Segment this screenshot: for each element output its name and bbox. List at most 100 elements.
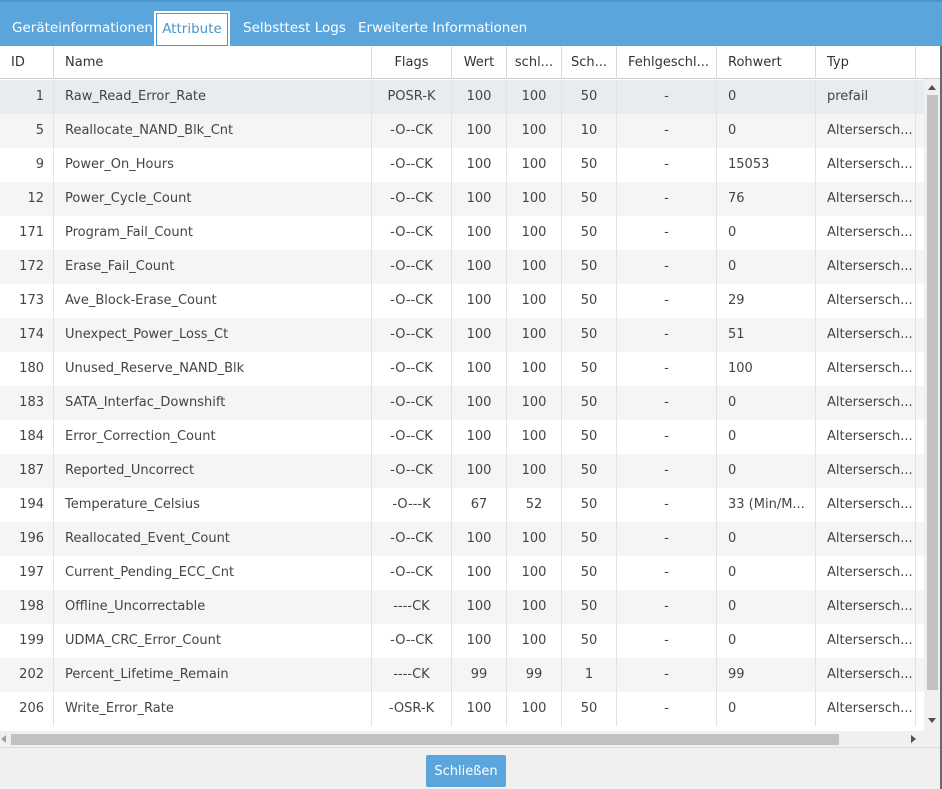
table-row[interactable]: 12 Power_Cycle_Count -O--CK 100 100 50-76 Alte… <box>0 182 924 216</box>
cell-schwellwert: 50 <box>562 454 617 488</box>
vertical-scroll-thumb[interactable] <box>927 95 938 690</box>
cell-fehlgeschlagen: - <box>617 454 717 488</box>
cell-rohwert: 51 <box>717 318 816 352</box>
cell-rohwert: 33 (Min/M... <box>717 488 816 522</box>
column-header-fehlgeschlagen[interactable]: Fehlgeschl... <box>617 46 717 79</box>
column-header-rohwert[interactable]: Rohwert <box>717 46 816 79</box>
cell-flags: -O--CK <box>372 386 452 420</box>
close-button[interactable]: Schließen <box>426 755 506 787</box>
cell-fehlgeschlagen: - <box>617 216 717 250</box>
cell-name: Raw_Read_Error_Rate <box>54 80 372 114</box>
tab-selbsttest-logs[interactable]: Selbsttest Logs <box>243 11 346 45</box>
cell-schlechtester: 100 <box>507 318 562 352</box>
cell-flags: -O--CK <box>372 250 452 284</box>
cell-fehlgeschlagen: - <box>617 114 717 148</box>
cell-schlechtester: 100 <box>507 386 562 420</box>
cell-fehlgeschlagen: - <box>617 624 717 658</box>
cell-rohwert: 0 <box>717 590 816 624</box>
cell-name: Ave_Block-Erase_Count <box>54 284 372 318</box>
horizontal-scroll-thumb[interactable] <box>11 734 839 745</box>
cell-flags: -O--CK <box>372 114 452 148</box>
table-row[interactable]: 196 Reallocated_Event_Count -O--CK 100 100 50… <box>0 522 924 556</box>
scroll-up-icon[interactable] <box>928 85 936 90</box>
column-header-id[interactable]: ID <box>0 46 54 79</box>
cell-wert: 100 <box>452 352 507 386</box>
cell-id: 173 <box>0 284 54 318</box>
cell-fehlgeschlagen: - <box>617 522 717 556</box>
cell-typ: Altersersch... <box>816 624 916 658</box>
cell-schwellwert: 50 <box>562 352 617 386</box>
table-row[interactable]: 198 Offline_Uncorrectable ----CK 100 100 50-0… <box>0 590 924 624</box>
cell-wert: 100 <box>452 624 507 658</box>
cell-wert: 67 <box>452 488 507 522</box>
table-row[interactable]: 1 Raw_Read_Error_Rate POSR-K 100 100 50-0 pref… <box>0 80 924 114</box>
cell-name: Percent_Lifetime_Remain <box>54 658 372 692</box>
cell-name: Power_Cycle_Count <box>54 182 372 216</box>
cell-name: UDMA_CRC_Error_Count <box>54 624 372 658</box>
cell-typ: Altersersch... <box>816 284 916 318</box>
column-header-name[interactable]: Name <box>54 46 372 79</box>
cell-flags: -OSR-K <box>372 692 452 726</box>
table-row[interactable]: 194 Temperature_Celsius -O---K 67 52 50-33 (M… <box>0 488 924 522</box>
cell-rohwert: 29 <box>717 284 816 318</box>
vertical-scrollbar[interactable] <box>924 79 940 731</box>
cell-fehlgeschlagen: - <box>617 148 717 182</box>
cell-name: Write_Error_Rate <box>54 692 372 726</box>
table-row[interactable]: 174 Unexpect_Power_Loss_Ct -O--CK 100 100 50-… <box>0 318 924 352</box>
column-header-schlechtester[interactable]: schl... <box>507 46 562 79</box>
cell-typ: Altersersch... <box>816 488 916 522</box>
tab-geraeteinformationen[interactable]: Geräteinformationen <box>12 11 153 45</box>
cell-id: 196 <box>0 522 54 556</box>
table-row[interactable]: 172 Erase_Fail_Count -O--CK 100 100 50-0 Alter… <box>0 250 924 284</box>
scroll-down-icon[interactable] <box>928 718 936 723</box>
scroll-right-icon[interactable] <box>911 735 916 743</box>
cell-typ: prefail <box>816 80 916 114</box>
cell-id: 174 <box>0 318 54 352</box>
table-row[interactable]: 206 Write_Error_Rate -OSR-K 100 100 50-0 Alter… <box>0 692 924 726</box>
cell-schlechtester: 100 <box>507 216 562 250</box>
cell-rohwert: 0 <box>717 80 816 114</box>
table-row[interactable]: 173 Ave_Block-Erase_Count -O--CK 100 100 50-2… <box>0 284 924 318</box>
cell-rohwert: 76 <box>717 182 816 216</box>
cell-name: Power_On_Hours <box>54 148 372 182</box>
table-row[interactable]: 199 UDMA_CRC_Error_Count -O--CK 100 100 50-0 A… <box>0 624 924 658</box>
table-row[interactable]: 183 SATA_Interfac_Downshift -O--CK 100 100 50… <box>0 386 924 420</box>
cell-schwellwert: 50 <box>562 148 617 182</box>
column-header-wert[interactable]: Wert <box>452 46 507 79</box>
cell-flags: -O--CK <box>372 216 452 250</box>
table-row[interactable]: 197 Current_Pending_ECC_Cnt -O--CK 100 100 50… <box>0 556 924 590</box>
table-row[interactable]: 180 Unused_Reserve_NAND_Blk -O--CK 100 100 50… <box>0 352 924 386</box>
horizontal-scrollbar[interactable] <box>0 731 924 747</box>
cell-fehlgeschlagen: - <box>617 284 717 318</box>
cell-fehlgeschlagen: - <box>617 556 717 590</box>
cell-id: 198 <box>0 590 54 624</box>
cell-typ: Altersersch... <box>816 590 916 624</box>
cell-flags: -O--CK <box>372 522 452 556</box>
column-header-schwellwert[interactable]: Sch... <box>562 46 617 79</box>
table-row[interactable]: 187 Reported_Uncorrect -O--CK 100 100 50-0 Alt… <box>0 454 924 488</box>
cell-rohwert: 0 <box>717 454 816 488</box>
tab-erweiterte-informationen[interactable]: Erweiterte Informationen <box>358 11 527 45</box>
cell-name: Unexpect_Power_Loss_Ct <box>54 318 372 352</box>
column-header-flags[interactable]: Flags <box>372 46 452 79</box>
table-row[interactable]: 9 Power_On_Hours -O--CK 100 100 50-15053 Alter… <box>0 148 924 182</box>
cell-schwellwert: 50 <box>562 182 617 216</box>
cell-flags: -O--CK <box>372 352 452 386</box>
cell-typ: Altersersch... <box>816 250 916 284</box>
cell-fehlgeschlagen: - <box>617 658 717 692</box>
table-row[interactable]: 171 Program_Fail_Count -O--CK 100 100 50-0 Alt… <box>0 216 924 250</box>
cell-typ: Altersersch... <box>816 658 916 692</box>
dialog-footer: Schließen <box>0 747 942 789</box>
cell-id: 197 <box>0 556 54 590</box>
cell-wert: 100 <box>452 114 507 148</box>
cell-schlechtester: 100 <box>507 80 562 114</box>
table-header: ID Name Flags Wert schl... Sch... Fehlge… <box>0 46 942 79</box>
cell-id: 187 <box>0 454 54 488</box>
tab-attribute[interactable]: Attribute <box>154 11 230 48</box>
table-row[interactable]: 184 Error_Correction_Count -O--CK 100 100 50-… <box>0 420 924 454</box>
scroll-left-icon[interactable] <box>1 735 6 743</box>
table-row[interactable]: 5 Reallocate_NAND_Blk_Cnt -O--CK 100 100 10-0… <box>0 114 924 148</box>
column-header-typ[interactable]: Typ <box>816 46 916 79</box>
cell-typ: Altersersch... <box>816 692 916 726</box>
table-row[interactable]: 202 Percent_Lifetime_Remain ----CK 99 99 1-99… <box>0 658 924 692</box>
